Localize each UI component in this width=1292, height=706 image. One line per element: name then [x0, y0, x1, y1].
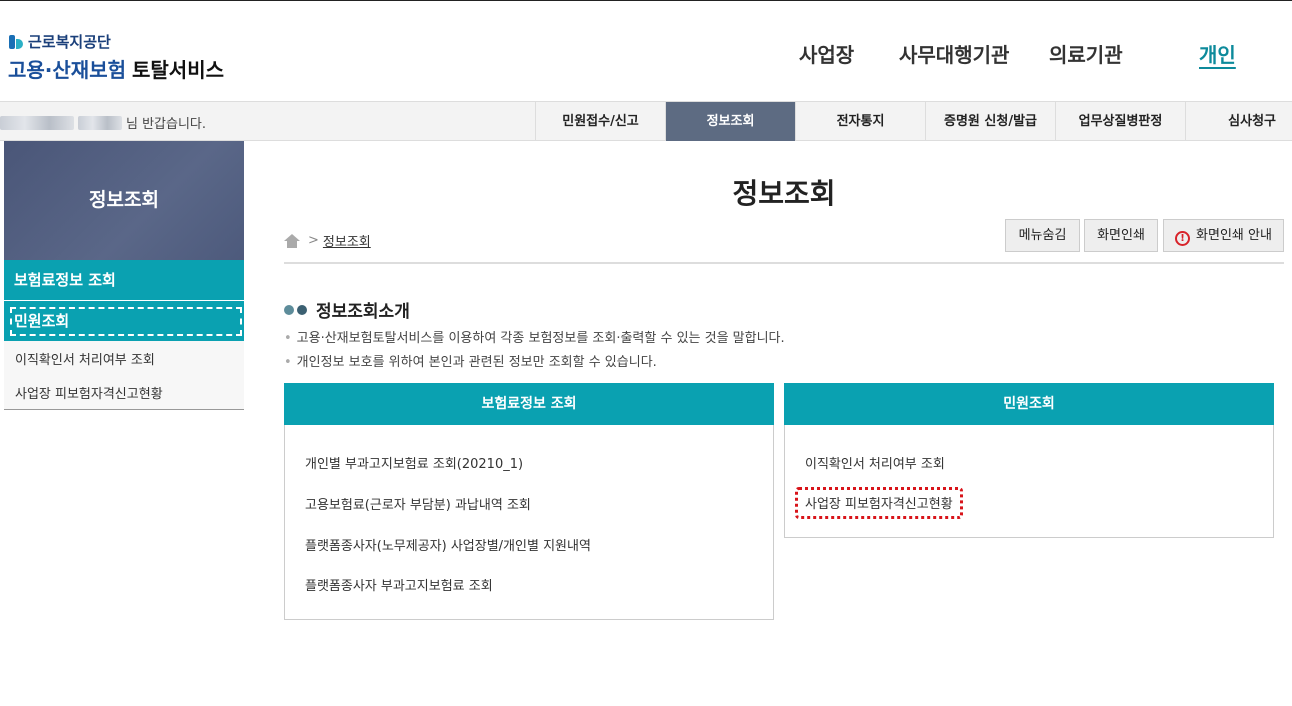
greeting: 님 반갑습니다. [0, 113, 206, 132]
top-nav: 사업장 사무대행기관 의료기관 개인 [0, 39, 1292, 69]
breadcrumb-current[interactable]: 정보조회 [323, 231, 371, 250]
link-individual-premium[interactable]: 개인별 부과고지보험료 조회(20210_1) [305, 453, 523, 472]
intro-line-2: 개인정보 보호를 위하여 본인과 관련된 정보만 조회할 수 있습니다. [284, 351, 657, 370]
link-overpayment[interactable]: 고용보험료(근로자 부담분) 과납내역 조회 [305, 494, 531, 513]
header: 근로복지공단 고용·산재보험 토탈서비스 사업장 사무대행기관 의료기관 개인 [0, 0, 1292, 101]
greeting-text: 님 반갑습니다. [126, 117, 207, 132]
print-guide-label: 화면인쇄 안내 [1196, 228, 1272, 243]
alert-icon: ! [1175, 231, 1191, 246]
intro-line-1: 고용·산재보험토탈서비스를 이용하여 각종 보험정보를 조회·출력할 수 있는 … [284, 327, 785, 346]
user-name-redacted [0, 115, 74, 130]
link-insured-status[interactable]: 사업장 피보험자격신고현황 [795, 487, 963, 519]
home-icon[interactable] [284, 233, 300, 248]
topnav-business[interactable]: 사업장 [799, 39, 854, 68]
divider [284, 262, 1284, 264]
intro-title: 정보조회소개 [316, 302, 410, 322]
bullet-dot-icon [297, 304, 307, 315]
topnav-agency[interactable]: 사무대행기관 [899, 39, 1009, 68]
print-button[interactable]: 화면인쇄 [1084, 219, 1158, 252]
topnav-medical[interactable]: 의료기관 [1049, 39, 1123, 68]
tab-e-notice[interactable]: 전자통지 [795, 102, 925, 141]
sidebar-item-insured-status[interactable]: 사업장 피보험자격신고현황 [15, 383, 163, 402]
sidebar-title: 정보조회 [4, 141, 244, 260]
sidebar-selected-item[interactable]: 민원조회 [4, 301, 244, 341]
sidebar-category[interactable]: 보험료정보 조회 [4, 260, 244, 300]
tab-certificate[interactable]: 증명원 신청/발급 [925, 102, 1055, 141]
tab-civil-petition[interactable]: 민원접수/신고 [535, 102, 665, 141]
tab-info-inquiry[interactable]: 정보조회 [665, 102, 795, 141]
panel-premium-info-title: 보험료정보 조회 [284, 383, 774, 425]
intro-heading: 정보조회소개 [284, 297, 410, 322]
sidebar-item-resignation-check[interactable]: 이직확인서 처리여부 조회 [15, 349, 155, 368]
sidebar-selected-label: 민원조회 [10, 307, 242, 336]
hide-menu-button[interactable]: 메뉴숨김 [1005, 219, 1080, 252]
link-resignation-check[interactable]: 이직확인서 처리여부 조회 [805, 453, 945, 472]
panel-civil-inquiry: 민원조회 이직확인서 처리여부 조회 사업장 피보험자격신고현황 [784, 383, 1274, 538]
panel-premium-info: 보험료정보 조회 개인별 부과고지보험료 조회(20210_1) 고용보험료(근… [284, 383, 774, 620]
tab-review-request[interactable]: 심사청구 [1185, 102, 1292, 141]
link-platform-premium[interactable]: 플랫폼종사자 부과고지보험료 조회 [305, 575, 493, 594]
breadcrumb: > 정보조회 [284, 231, 371, 250]
menu-bar: 님 반갑습니다. 민원접수/신고 정보조회 전자통지 증명원 신청/발급 업무상… [0, 101, 1292, 141]
link-platform-support[interactable]: 플랫폼종사자(노무제공자) 사업장별/개인별 지원내역 [305, 535, 591, 554]
sidebar-list: 이직확인서 처리여부 조회 사업장 피보험자격신고현황 [4, 341, 244, 410]
page-title: 정보조회 [732, 177, 836, 210]
topnav-personal[interactable]: 개인 [1199, 39, 1236, 68]
user-name-redacted-2 [78, 115, 122, 130]
tab-occupational-disease[interactable]: 업무상질병판정 [1055, 102, 1185, 141]
bullet-dot-icon [284, 304, 294, 315]
chevron-right-icon: > [308, 233, 319, 248]
print-guide-button[interactable]: ! 화면인쇄 안내 [1163, 219, 1284, 252]
panel-civil-inquiry-title: 민원조회 [784, 383, 1274, 425]
